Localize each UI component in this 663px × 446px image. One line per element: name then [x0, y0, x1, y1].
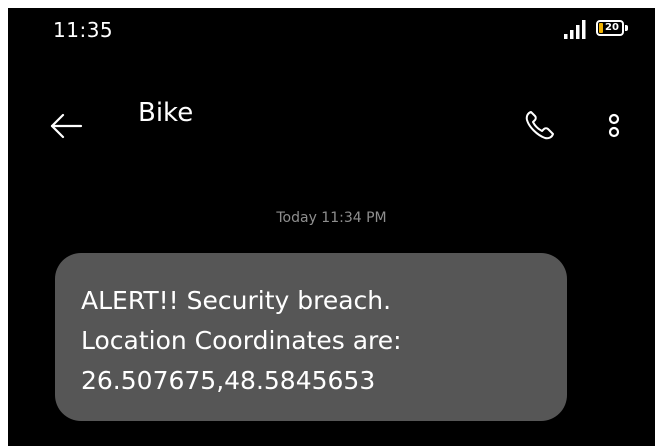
contact-name[interactable]: Bike [138, 98, 193, 128]
back-arrow-icon [50, 113, 83, 139]
back-button[interactable] [48, 108, 84, 144]
battery-level: 20 [605, 22, 619, 33]
message-line: Location Coordinates are: [81, 326, 402, 355]
call-button[interactable] [523, 108, 557, 142]
status-time: 11:35 [53, 18, 114, 42]
status-bar: 11:35 20 [8, 8, 655, 52]
phone-icon [525, 111, 554, 140]
battery-body: 20 [596, 20, 624, 36]
conversation-header: Bike [8, 88, 655, 158]
message-bubble[interactable]: ALERT!! Security breach. Location Coordi… [55, 253, 567, 421]
more-vertical-icon [608, 113, 620, 138]
more-options-button[interactable] [602, 108, 626, 142]
battery-icon: 20 [596, 19, 630, 39]
message-line: ALERT!! Security breach. [81, 286, 392, 315]
message-timestamp: Today 11:34 PM [276, 210, 387, 226]
signal-strength-icon [564, 20, 586, 39]
messaging-screen: 11:35 20 Bike Today 11:34 PM ALERT!! Sec… [8, 8, 655, 446]
battery-tip [625, 25, 628, 31]
message-line: 26.507675,48.5845653 [81, 366, 376, 395]
